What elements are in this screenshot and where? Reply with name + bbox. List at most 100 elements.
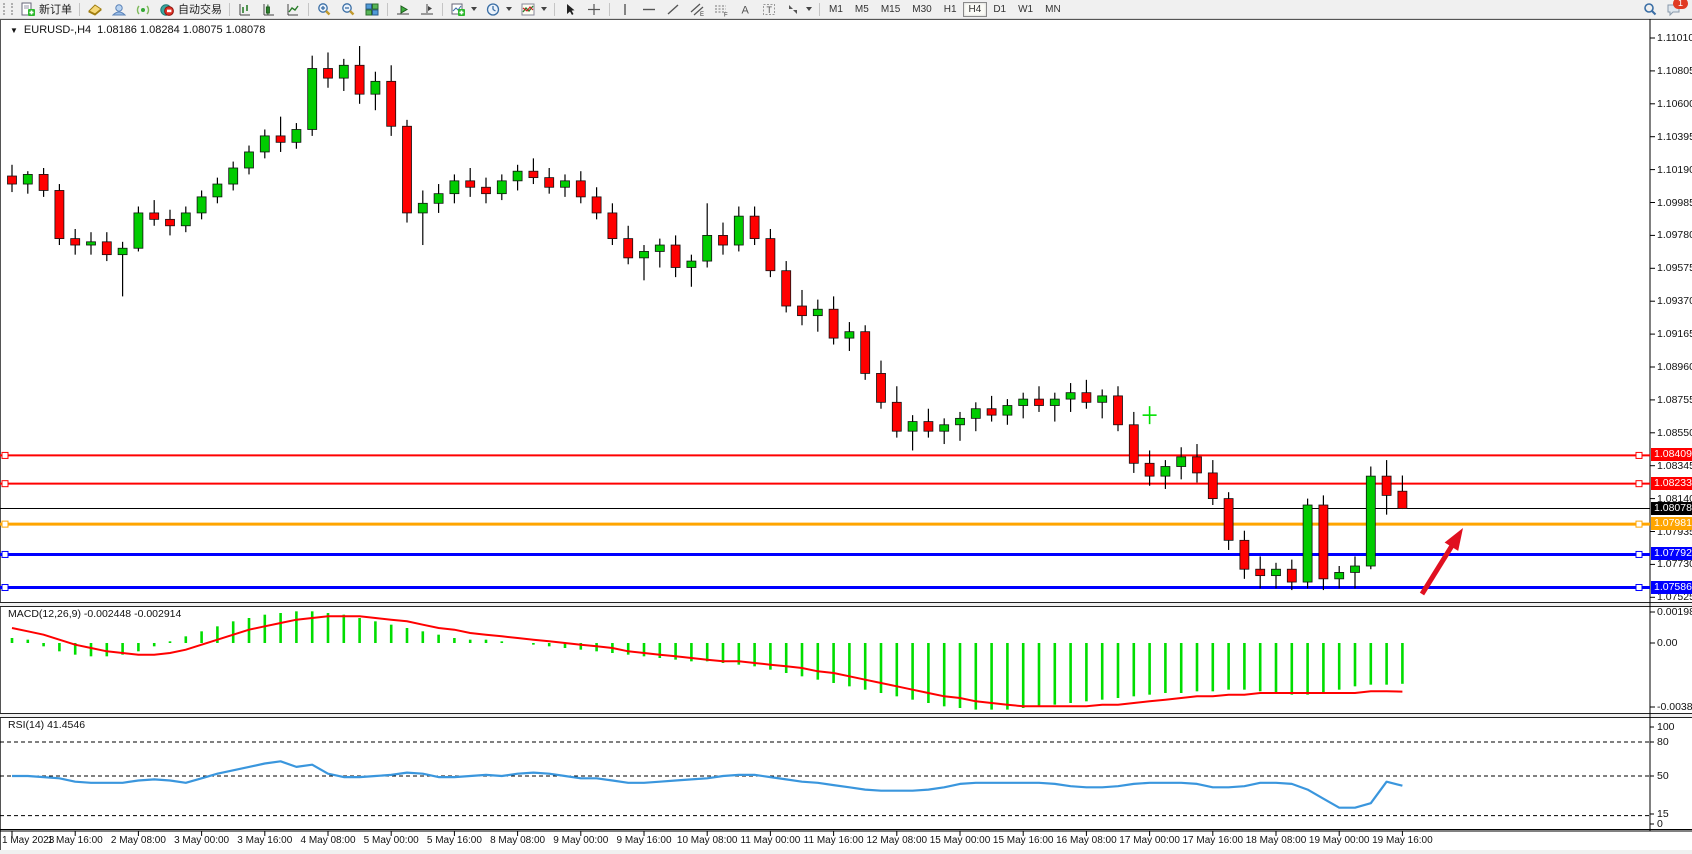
time-axis-label: 8 May 08:00 xyxy=(490,835,545,846)
line-handle-right[interactable] xyxy=(1636,481,1642,487)
candle-body xyxy=(1193,457,1202,473)
line-handle-right[interactable] xyxy=(1636,521,1642,527)
candle-body xyxy=(798,306,807,316)
candle-body xyxy=(766,239,775,271)
candle-body xyxy=(1114,396,1123,425)
line-handle-right[interactable] xyxy=(1636,452,1642,458)
rsi-axis-label: 50 xyxy=(1657,770,1669,782)
candle-body xyxy=(403,126,412,213)
candle-body xyxy=(71,239,80,245)
price-tick-label: 1.09780 xyxy=(1657,229,1692,241)
candle-body xyxy=(1398,491,1407,508)
candle-body xyxy=(971,409,980,419)
candle-body xyxy=(1161,467,1170,477)
time-axis-label: 15 May 00:00 xyxy=(930,835,991,846)
candle-body xyxy=(1351,566,1360,572)
time-axis-label: 15 May 16:00 xyxy=(993,835,1054,846)
price-tag-1.08233: 1.08233 xyxy=(1651,477,1692,490)
time-axis-label: 5 May 16:00 xyxy=(427,835,482,846)
candle-body xyxy=(561,181,570,187)
candle-body xyxy=(497,181,506,194)
candle-body xyxy=(39,174,48,190)
candle-body xyxy=(181,213,190,226)
time-axis-label: 9 May 16:00 xyxy=(616,835,671,846)
time-axis-label: 11 May 16:00 xyxy=(804,835,864,846)
chart-canvas[interactable] xyxy=(0,0,1692,854)
time-axis-label: 3 May 00:00 xyxy=(174,835,229,846)
candle-body xyxy=(450,181,459,194)
candle-body xyxy=(276,136,285,142)
rsi-axis-label: 100 xyxy=(1657,721,1675,733)
trend-arrow-head[interactable] xyxy=(1445,528,1463,551)
rsi-axis-label: 0 xyxy=(1657,818,1663,830)
candle-body xyxy=(592,197,601,213)
candle-body xyxy=(1066,393,1075,399)
line-handle-left[interactable] xyxy=(2,521,8,527)
candle-body xyxy=(1224,499,1233,541)
candle-body xyxy=(545,178,554,188)
candle-body xyxy=(87,242,96,245)
candle-body xyxy=(861,332,870,374)
candle-body xyxy=(1319,505,1328,579)
candle-body xyxy=(1177,457,1186,467)
candle-body xyxy=(1272,569,1281,575)
candle-body xyxy=(23,174,32,184)
candle-body xyxy=(513,171,522,181)
candle-body xyxy=(924,422,933,432)
time-axis-label: 17 May 16:00 xyxy=(1182,835,1243,846)
candle-body xyxy=(1098,396,1107,402)
line-handle-left[interactable] xyxy=(2,452,8,458)
candle-body xyxy=(213,184,222,197)
candle-body xyxy=(782,271,791,306)
time-axis-label: 17 May 00:00 xyxy=(1119,835,1180,846)
candle-body xyxy=(908,422,917,432)
candle-body xyxy=(308,68,317,129)
line-handle-left[interactable] xyxy=(2,481,8,487)
price-tick-label: 1.09165 xyxy=(1657,328,1692,340)
time-axis-label: 9 May 00:00 xyxy=(553,835,608,846)
mt4-window: 新订单 自动交易 xyxy=(0,0,1692,854)
candle-body xyxy=(245,152,254,168)
time-axis-label: 19 May 16:00 xyxy=(1372,835,1433,846)
candle-body xyxy=(418,203,427,213)
candle-body xyxy=(1287,569,1296,582)
candle-body xyxy=(734,216,743,245)
time-axis-label: 2 May 08:00 xyxy=(111,835,166,846)
candle-body xyxy=(813,309,822,315)
line-handle-left[interactable] xyxy=(2,551,8,557)
candle-body xyxy=(1382,476,1391,495)
candle-body xyxy=(703,235,712,261)
candle-body xyxy=(466,181,475,187)
candle-body xyxy=(1240,540,1249,569)
candle-body xyxy=(576,181,585,197)
candle-body xyxy=(118,248,127,254)
candle-body xyxy=(529,171,538,177)
candle-body xyxy=(1035,399,1044,405)
time-axis-label: 19 May 00:00 xyxy=(1309,835,1370,846)
candle-body xyxy=(55,190,64,238)
time-axis-label: 10 May 08:00 xyxy=(677,835,738,846)
candle-body xyxy=(482,187,491,193)
candle-body xyxy=(640,251,649,257)
candle-body xyxy=(260,136,269,152)
candle-body xyxy=(150,213,159,219)
price-tick-label: 1.09370 xyxy=(1657,295,1692,307)
line-handle-right[interactable] xyxy=(1636,585,1642,591)
price-tag-1.07792: 1.07792 xyxy=(1651,547,1692,560)
candle-body xyxy=(845,332,854,338)
candle-body xyxy=(1335,572,1344,578)
price-tick-label: 1.09575 xyxy=(1657,262,1692,274)
candle-body xyxy=(687,261,696,267)
line-handle-right[interactable] xyxy=(1636,551,1642,557)
price-tick-label: 1.09985 xyxy=(1657,197,1692,209)
candle-body xyxy=(355,65,364,94)
price-tick-label: 1.11010 xyxy=(1657,32,1692,44)
candle-body xyxy=(655,245,664,251)
candle-body xyxy=(197,197,206,213)
macd-axis-label: 0.00 xyxy=(1657,637,1677,649)
candle-body xyxy=(1050,399,1059,405)
line-handle-left[interactable] xyxy=(2,585,8,591)
candle-body xyxy=(1208,473,1217,499)
candle-body xyxy=(719,235,728,245)
rsi-line xyxy=(12,761,1402,807)
